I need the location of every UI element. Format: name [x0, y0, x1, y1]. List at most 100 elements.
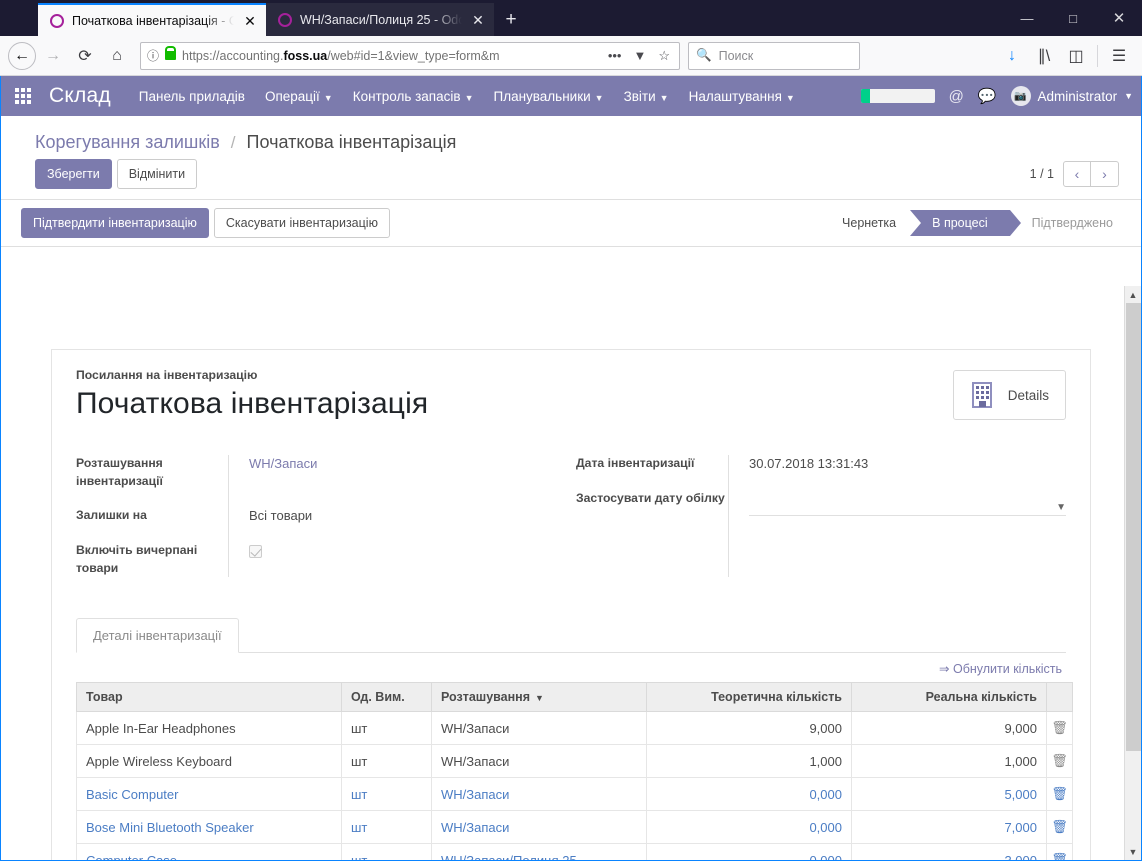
messages-icon[interactable]: 💬 — [978, 87, 997, 105]
page-info-icon[interactable]: ⓘ — [147, 47, 159, 64]
page-actions-icon[interactable]: ••• — [605, 48, 625, 63]
sidebar-icon[interactable]: ◫ — [1061, 41, 1091, 71]
close-window-icon[interactable]: ✕ — [1096, 0, 1142, 36]
menu-item-schedulers[interactable]: Планувальники ▼ — [493, 89, 603, 104]
forward-icon[interactable]: → — [38, 41, 68, 71]
cell-location[interactable]: WH/Запаси — [431, 711, 647, 746]
cell-location[interactable]: WH/Запаси — [431, 777, 647, 812]
menu-item-configuration[interactable]: Налаштування ▼ — [689, 89, 795, 104]
include-exhausted-checkbox[interactable] — [249, 545, 262, 559]
delete-row-icon[interactable]: 🗑 — [1046, 843, 1073, 860]
value-inventory-location[interactable]: WH/Запаси — [249, 455, 566, 507]
cell-uom[interactable]: шт — [341, 810, 432, 845]
downloads-icon[interactable]: ↓ — [997, 41, 1027, 71]
cell-real-qty[interactable]: 1,000 — [851, 744, 1047, 779]
maximize-icon[interactable]: □ — [1050, 0, 1096, 36]
cell-real-qty[interactable]: 9,000 — [851, 711, 1047, 746]
tab-inventory-details[interactable]: Деталі інвентаризації — [76, 618, 239, 654]
table-row[interactable]: Computer Case шт WH/Запаси/Полиця 25 0,0… — [76, 843, 1073, 860]
menu-item-operations[interactable]: Операції ▼ — [265, 89, 333, 104]
menu-item-inventory-control[interactable]: Контроль запасів ▼ — [353, 89, 474, 104]
cell-real-qty[interactable]: 3,000 — [851, 843, 1047, 860]
bookmark-icon[interactable]: ☆ — [655, 48, 673, 64]
breadcrumb-parent[interactable]: Корегування залишків — [35, 132, 220, 152]
browser-tab-2[interactable]: WH/Запаси/Полиця 25 - Odoo ✕ — [266, 3, 494, 36]
page-scrollbar[interactable]: ▲ ▼ — [1124, 286, 1141, 860]
cell-product[interactable]: Basic Computer — [76, 777, 342, 812]
cell-theoretical-qty[interactable]: 0,000 — [646, 810, 852, 845]
hamburger-menu-icon[interactable]: ☰ — [1104, 41, 1134, 71]
close-icon[interactable]: ✕ — [470, 13, 486, 27]
pocket-icon[interactable]: ▼ — [630, 48, 649, 63]
label-accounting-date: Застосувати дату обілку — [576, 491, 725, 505]
status-stage-done[interactable]: Підтверджено — [1010, 210, 1127, 236]
browser-tab-1[interactable]: Початкова інвентарізація - Od ✕ — [38, 3, 266, 36]
cell-real-qty[interactable]: 7,000 — [851, 810, 1047, 845]
back-icon[interactable]: ← — [8, 41, 36, 70]
delete-row-icon[interactable]: 🗑 — [1046, 777, 1073, 812]
details-button-label: Details — [1007, 387, 1049, 403]
cell-theoretical-qty[interactable]: 0,000 — [646, 843, 852, 860]
scrollbar-thumb[interactable] — [1126, 303, 1141, 751]
save-button[interactable]: Зберегти — [35, 159, 112, 190]
cell-uom[interactable]: шт — [341, 777, 432, 812]
cell-real-qty[interactable]: 5,000 — [851, 777, 1047, 812]
close-icon[interactable]: ✕ — [242, 14, 258, 28]
cell-theoretical-qty[interactable]: 1,000 — [646, 744, 852, 779]
library-icon[interactable]: ∥\ — [1029, 41, 1059, 71]
cell-theoretical-qty[interactable]: 9,000 — [646, 711, 852, 746]
table-row[interactable]: Basic Computer шт WH/Запаси 0,000 5,000 … — [76, 777, 1073, 812]
mentions-icon[interactable]: @ — [949, 88, 964, 105]
status-stage-in-progress[interactable]: В процесі — [910, 210, 1022, 237]
set-to-zero-link[interactable]: ⇒ Обнулити кількість — [76, 653, 1066, 682]
apps-grid-icon[interactable] — [15, 88, 43, 104]
delete-row-icon[interactable]: 🗑 — [1046, 744, 1073, 779]
scroll-down-icon[interactable]: ▼ — [1125, 843, 1141, 860]
new-tab-button[interactable]: + — [494, 3, 528, 36]
delete-row-icon[interactable]: 🗑 — [1046, 711, 1073, 746]
column-header-theoretical-qty[interactable]: Теоретична кількість — [646, 682, 852, 713]
search-bar[interactable]: 🔍 Поиск — [688, 41, 860, 70]
cell-uom[interactable]: шт — [341, 843, 432, 860]
menu-item-dashboard[interactable]: Панель приладів — [139, 89, 245, 104]
column-header-location[interactable]: Розташування ▼ — [431, 682, 647, 713]
value-inventory-date[interactable]: 30.07.2018 13:31:43 — [749, 455, 1066, 490]
details-button[interactable]: Details — [952, 370, 1066, 420]
cell-product[interactable]: Computer Case — [76, 843, 342, 860]
cell-theoretical-qty[interactable]: 0,000 — [646, 777, 852, 812]
cell-location[interactable]: WH/Запаси/Полиця 25 — [431, 843, 647, 860]
menu-item-reports[interactable]: Звіти ▼ — [624, 89, 669, 104]
column-header-product[interactable]: Товар — [76, 682, 342, 713]
cell-location[interactable]: WH/Запаси — [431, 810, 647, 845]
cell-product[interactable]: Apple In-Ear Headphones — [76, 711, 342, 746]
url-bar[interactable]: ⓘ https://accounting.foss.ua/web#id=1&vi… — [140, 41, 680, 70]
table-row[interactable]: Bose Mini Bluetooth Speaker шт WH/Запаси… — [76, 810, 1073, 845]
delete-row-icon[interactable]: 🗑 — [1046, 810, 1073, 845]
column-header-uom[interactable]: Од. Вим. — [341, 682, 432, 713]
status-stage-draft[interactable]: Чернетка — [828, 210, 910, 236]
app-brand[interactable]: Склад — [49, 84, 111, 108]
page-title[interactable]: Початкова інвентарізація — [76, 387, 953, 421]
table-row[interactable]: Apple In-Ear Headphones шт WH/Запаси 9,0… — [76, 711, 1073, 746]
cell-uom[interactable]: шт — [341, 711, 432, 746]
pager-previous-icon[interactable]: ‹ — [1063, 161, 1091, 188]
column-header-real-qty[interactable]: Реальна кількість — [851, 682, 1047, 713]
reload-icon[interactable]: ⟳ — [70, 41, 100, 71]
validate-inventory-button[interactable]: Підтвердити інвентаризацію — [21, 208, 209, 239]
scroll-up-icon[interactable]: ▲ — [1125, 286, 1141, 303]
table-row[interactable]: Apple Wireless Keyboard шт WH/Запаси 1,0… — [76, 744, 1073, 779]
home-icon[interactable]: ⌂ — [102, 41, 132, 71]
chevron-down-icon: ▼ — [1124, 91, 1133, 101]
pager-next-icon[interactable]: › — [1091, 161, 1119, 188]
value-inventory-of[interactable]: Всі товари — [249, 507, 566, 542]
breadcrumb: Корегування залишків / Початкова інвента… — [15, 116, 1127, 159]
cell-product[interactable]: Bose Mini Bluetooth Speaker — [76, 810, 342, 845]
cancel-inventory-button[interactable]: Скасувати інвентаризацію — [213, 208, 390, 239]
accounting-date-select[interactable]: ▼ — [749, 490, 1066, 516]
cell-location[interactable]: WH/Запаси — [431, 744, 647, 779]
cell-uom[interactable]: шт — [341, 744, 432, 779]
cell-product[interactable]: Apple Wireless Keyboard — [76, 744, 342, 779]
minimize-icon[interactable]: — — [1004, 0, 1050, 36]
user-menu[interactable]: 📷 Administrator ▼ — [1010, 86, 1133, 106]
discard-button[interactable]: Відмінити — [116, 159, 198, 190]
